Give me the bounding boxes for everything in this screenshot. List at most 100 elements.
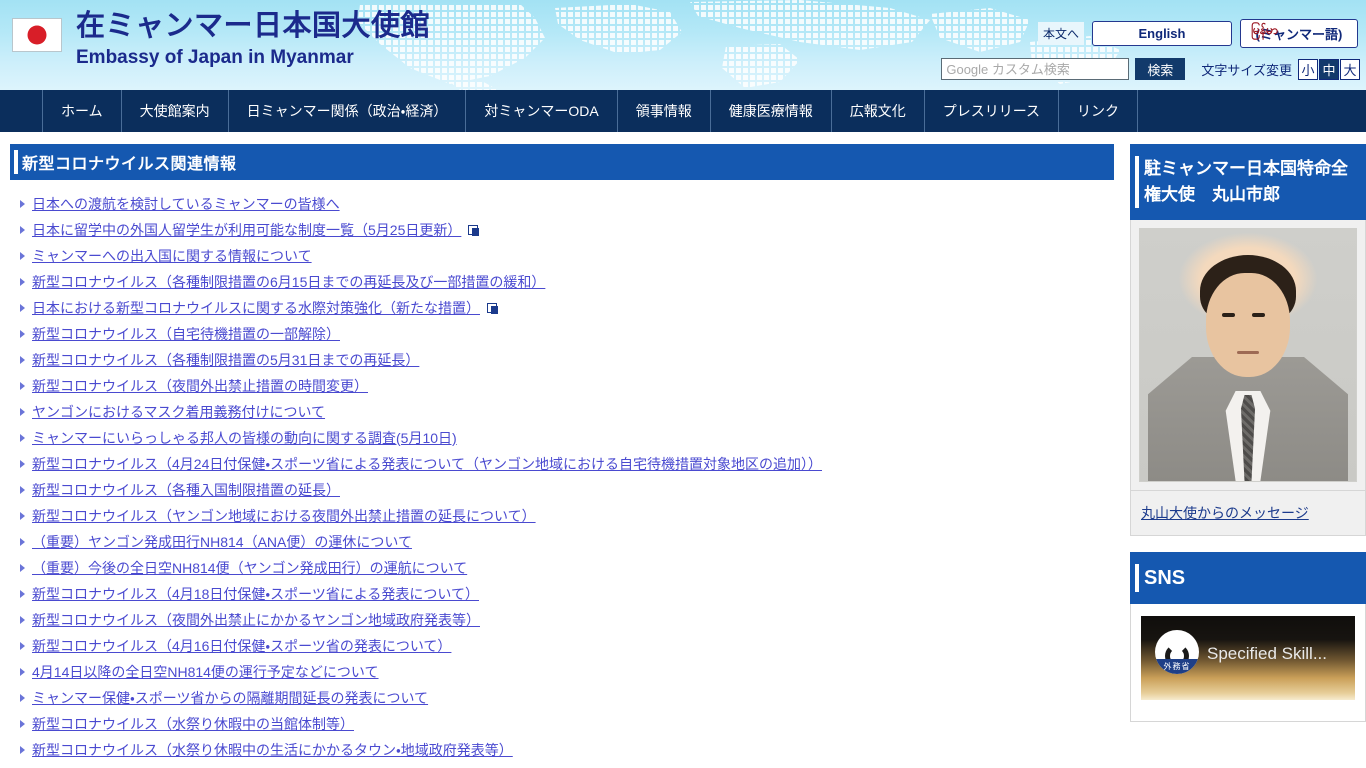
covid-link-1[interactable]: 日本に留学中の外国人留学生が利用可能な制度一覧（5月25日更新）: [32, 222, 461, 238]
ambassador-box: 駐ミャンマー日本国特命全権大使 丸山市郎 丸山大使からのメッセージ: [1130, 144, 1366, 536]
sns-heading: SNS: [1130, 552, 1366, 604]
list-item: 4月14日以降の全日空NH814便の運行予定などについて: [10, 664, 1118, 681]
list-item: 新型コロナウイルス（各種制限措置の5月31日までの再延長）: [10, 352, 1118, 369]
list-item: 新型コロナウイルス（4月24日付保健・スポーツ省による発表について（ヤンゴン地域…: [10, 456, 1118, 473]
mofa-logo-icon: 外務省: [1155, 630, 1199, 674]
japan-flag-icon: [12, 18, 62, 52]
site-brand[interactable]: 在ミャンマー日本国大使館 Embassy of Japan in Myanmar: [12, 10, 430, 67]
bullet-arrow-icon: [20, 668, 25, 676]
bullet-arrow-icon: [20, 538, 25, 546]
bullet-arrow-icon: [20, 434, 25, 442]
sns-body: 外務省 Specified Skill...: [1130, 604, 1366, 722]
covid-link-list: 日本への渡航を検討しているミャンマーの皆様へ日本に留学中の外国人留学生が利用可能…: [10, 196, 1118, 759]
nav-item-4[interactable]: 領事情報: [616, 90, 710, 132]
list-item: ミャンマー保健・スポーツ省からの隔離期間延長の発表について: [10, 690, 1118, 707]
page-body: 新型コロナウイルス関連情報 日本への渡航を検討しているミャンマーの皆様へ 日本に留…: [0, 132, 1366, 768]
bullet-arrow-icon: [20, 304, 25, 312]
list-item: 新型コロナウイルス（各種制限措置の6月15日までの再延長及び一部措置の緩和）: [10, 274, 1118, 291]
font-size-medium-button[interactable]: 中: [1319, 58, 1339, 80]
covid-link-0[interactable]: 日本への渡航を検討しているミャンマーの皆様へ: [32, 196, 340, 212]
search-input[interactable]: [941, 58, 1130, 80]
bullet-arrow-icon: [20, 460, 25, 468]
header-top-controls: 本文へ English မြန်မာ (ミャンマー語): [1037, 19, 1358, 48]
bullet-arrow-icon: [20, 746, 25, 754]
bullet-arrow-icon: [20, 616, 25, 624]
skip-to-content-link[interactable]: 本文へ: [1037, 22, 1084, 45]
list-item: 日本における新型コロナウイルスに関する水際対策強化（新たな措置）: [10, 300, 1118, 317]
ambassador-photo: [1139, 228, 1357, 482]
external-link-icon: [487, 303, 498, 314]
list-item: 新型コロナウイルス（夜間外出禁止措置の時間変更）: [10, 378, 1118, 395]
header-search-controls: 検索 文字サイズ変更 小 中 大: [941, 58, 1360, 80]
ambassador-photo-wrapper: [1130, 220, 1366, 491]
bullet-arrow-icon: [20, 694, 25, 702]
list-item: 日本に留学中の外国人留学生が利用可能な制度一覧（5月25日更新）: [10, 222, 1118, 239]
bullet-arrow-icon: [20, 226, 25, 234]
bullet-arrow-icon: [20, 642, 25, 650]
nav-item-2[interactable]: 日ミャンマー関係（政治・経済）: [227, 90, 466, 132]
list-item: 新型コロナウイルス（4月16日付保健・スポーツ省の発表について）: [10, 638, 1118, 655]
language-english-button[interactable]: English: [1092, 21, 1232, 46]
bullet-arrow-icon: [20, 720, 25, 728]
bullet-arrow-icon: [20, 356, 25, 364]
covid-link-6[interactable]: 新型コロナウイルス（各種制限措置の5月31日までの再延長）: [32, 352, 419, 368]
covid-link-12[interactable]: 新型コロナウイルス（ヤンゴン地域における夜間外出禁止措置の延長について）: [32, 508, 536, 524]
external-link-icon: [468, 225, 480, 236]
list-item: 新型コロナウイルス（水祭り休暇中の生活にかかるタウン・地域政府発表等）: [10, 742, 1118, 759]
site-title-en: Embassy of Japan in Myanmar: [76, 47, 354, 68]
bullet-arrow-icon: [20, 486, 25, 494]
main-navigation: ホーム 大使館案内 日ミャンマー関係（政治・経済） 対ミャンマーODA 領事情報 健康医療…: [0, 90, 1366, 132]
bullet-arrow-icon: [20, 200, 25, 208]
sns-video-title: Specified Skill...: [1207, 644, 1327, 663]
font-size-large-button[interactable]: 大: [1340, 58, 1360, 80]
bullet-arrow-icon: [20, 590, 25, 598]
covid-link-4[interactable]: 日本における新型コロナウイルスに関する水際対策強化（新たな措置）: [32, 300, 480, 316]
site-title-ja: 在ミャンマー日本国大使館: [76, 10, 431, 42]
covid-link-11[interactable]: 新型コロナウイルス（各種入国制限措置の延長）: [32, 482, 340, 498]
list-item: （重要）今後の全日空NH814便（ヤンゴン発成田行）の運航について: [10, 560, 1118, 577]
list-item: 新型コロナウイルス（4月18日付保健・スポーツ省による発表について）: [10, 586, 1118, 603]
sns-box: SNS 外務省 Specified Skill...: [1130, 552, 1366, 722]
search-button[interactable]: 検索: [1135, 58, 1186, 80]
list-item: 新型コロナウイルス（水祭り休暇中の当館体制等）: [10, 716, 1118, 733]
covid-link-19[interactable]: ミャンマー保健・スポーツ省からの隔離期間延長の発表について: [32, 690, 428, 706]
covid-link-3[interactable]: 新型コロナウイルス（各種制限措置の6月15日までの再延長及び一部措置の緩和）: [32, 274, 545, 290]
nav-item-0[interactable]: ホーム: [42, 90, 121, 132]
ambassador-message-link[interactable]: 丸山大使からのメッセージ: [1141, 505, 1309, 521]
bullet-arrow-icon: [20, 330, 25, 338]
covid-link-7[interactable]: 新型コロナウイルス（夜間外出禁止措置の時間変更）: [32, 378, 368, 394]
bullet-arrow-icon: [20, 512, 25, 520]
list-item: 新型コロナウイルス（ヤンゴン地域における夜間外出禁止措置の延長について）: [10, 508, 1118, 525]
bullet-arrow-icon: [20, 564, 25, 572]
covid-link-18[interactable]: 4月14日以降の全日空NH814便の運行予定などについて: [32, 664, 379, 680]
nav-item-5[interactable]: 健康医療情報: [709, 90, 831, 132]
ambassador-message-row: 丸山大使からのメッセージ: [1130, 491, 1366, 536]
covid-link-13[interactable]: （重要）ヤンゴン発成田行NH814（ANA便）の運休について: [32, 534, 412, 550]
language-myanmar-button[interactable]: မြန်မာ (ミャンマー語): [1240, 19, 1358, 48]
covid-link-20[interactable]: 新型コロナウイルス（水祭り休暇中の当館体制等）: [32, 716, 354, 732]
covid-link-15[interactable]: 新型コロナウイルス（4月18日付保健・スポーツ省による発表について）: [32, 586, 479, 602]
covid-link-2[interactable]: ミャンマーへの出入国に関する情報について: [32, 248, 312, 264]
covid-link-14[interactable]: （重要）今後の全日空NH814便（ヤンゴン発成田行）の運航について: [32, 560, 467, 576]
font-size-label: 文字サイズ変更: [1201, 62, 1292, 78]
nav-item-6[interactable]: 広報文化: [830, 90, 924, 132]
bullet-arrow-icon: [20, 252, 25, 260]
list-item: 新型コロナウイルス（自宅待機措置の一部解除）: [10, 326, 1118, 343]
site-header: 在ミャンマー日本国大使館 Embassy of Japan in Myanmar…: [0, 0, 1366, 90]
covid-link-21[interactable]: 新型コロナウイルス（水祭り休暇中の生活にかかるタウン・地域政府発表等）: [32, 742, 513, 758]
nav-item-3[interactable]: 対ミャンマーODA: [465, 90, 616, 132]
covid-link-5[interactable]: 新型コロナウイルス（自宅待機措置の一部解除）: [32, 326, 340, 342]
burmese-script-label: မြန်မာ: [1251, 23, 1278, 37]
font-size-small-button[interactable]: 小: [1298, 58, 1318, 80]
covid-link-16[interactable]: 新型コロナウイルス（夜間外出禁止にかかるヤンゴン地域政府発表等）: [32, 612, 480, 628]
main-content: 新型コロナウイルス関連情報 日本への渡航を検討しているミャンマーの皆様へ 日本に留…: [0, 132, 1118, 768]
covid-link-17[interactable]: 新型コロナウイルス（4月16日付保健・スポーツ省の発表について）: [32, 638, 451, 654]
covid-link-10[interactable]: 新型コロナウイルス（4月24日付保健・スポーツ省による発表について（ヤンゴン地域…: [32, 456, 822, 472]
covid-link-8[interactable]: ヤンゴンにおけるマスク着用義務付けについて: [32, 404, 325, 420]
sns-video-thumbnail[interactable]: 外務省 Specified Skill...: [1141, 616, 1355, 700]
list-item: ミャンマーにいらっしゃる邦人の皆様の動向に関する調査(5月10日): [10, 430, 1118, 447]
nav-item-8[interactable]: リンク: [1058, 90, 1139, 132]
covid-link-9[interactable]: ミャンマーにいらっしゃる邦人の皆様の動向に関する調査(5月10日): [32, 430, 457, 446]
nav-item-1[interactable]: 大使館案内: [120, 90, 228, 132]
nav-item-7[interactable]: プレスリリース: [923, 90, 1058, 132]
